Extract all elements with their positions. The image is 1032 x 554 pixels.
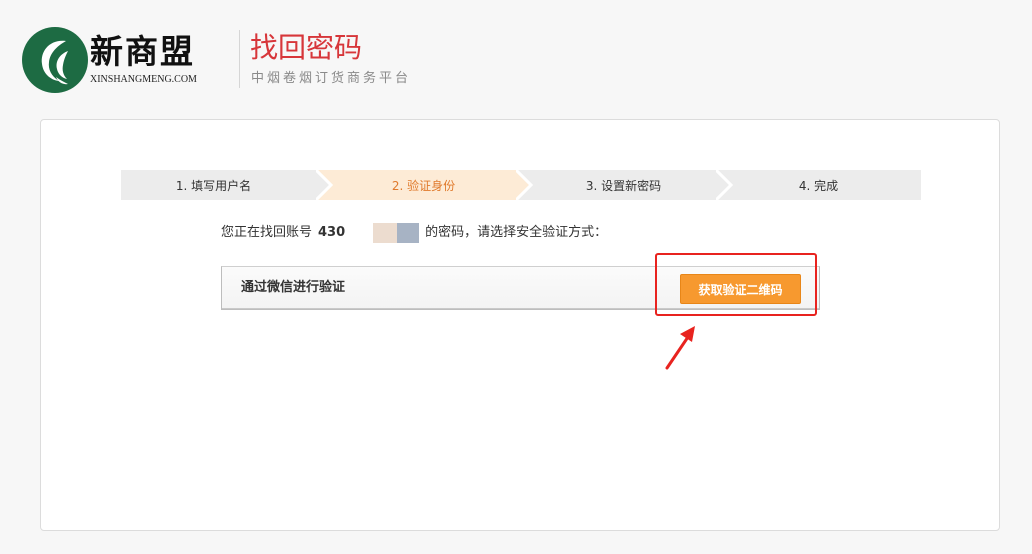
- progress-steps: 1. 填写用户名 2. 验证身份 3. 设置新密码 4. 完成: [121, 170, 921, 200]
- brand-logo-icon: [22, 27, 88, 93]
- step-2-label: 2. 验证身份: [391, 178, 456, 193]
- header-divider: [239, 30, 240, 88]
- step-1-label: 1. 填写用户名: [175, 178, 252, 193]
- recovery-card: 1. 填写用户名 2. 验证身份 3. 设置新密码 4. 完成 您正在找回账号 …: [40, 119, 1000, 531]
- account-number: 430: [318, 225, 346, 240]
- brand-name: 新商盟: [90, 32, 195, 71]
- page-subtitle: 中烟卷烟订货商务平台: [251, 71, 412, 86]
- step-4-label: 4. 完成: [798, 178, 839, 193]
- step-4: 4. 完成: [716, 170, 921, 200]
- annotation-highlight-box: [655, 253, 817, 316]
- brand-domain: XINSHANGMENG.COM: [90, 74, 197, 85]
- info-prefix: 您正在找回账号: [221, 225, 313, 240]
- step-3: 3. 设置新密码: [516, 170, 731, 200]
- page-title: 找回密码: [250, 31, 363, 64]
- step-3-label: 3. 设置新密码: [585, 178, 662, 193]
- verify-method-label: 通过微信进行验证: [241, 280, 346, 295]
- step-1: 1. 填写用户名: [121, 170, 336, 200]
- info-suffix: 的密码，请选择安全验证方式：: [425, 225, 608, 240]
- account-redaction-2: [397, 223, 420, 243]
- account-redaction: [373, 223, 398, 243]
- account-info: 您正在找回账号 430 的密码，请选择安全验证方式：: [221, 223, 607, 243]
- red-arrow-icon: [660, 322, 700, 372]
- step-2: 2. 验证身份: [316, 170, 531, 200]
